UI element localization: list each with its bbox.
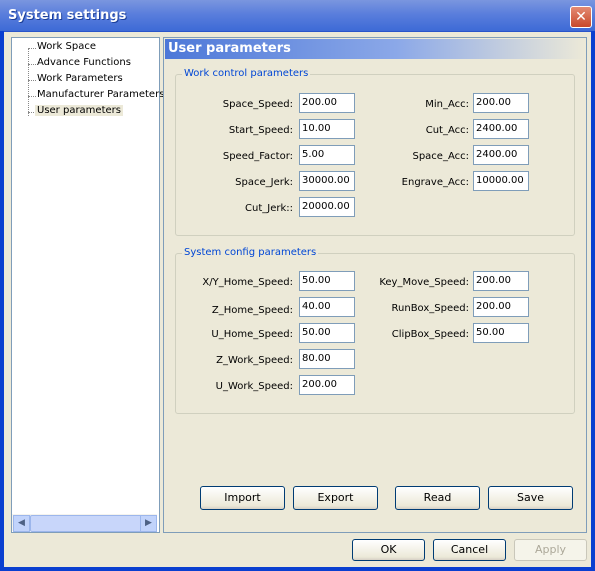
ok-button[interactable]: OK — [352, 539, 425, 561]
engrave-acc-label: Engrave_Acc: — [401, 177, 469, 188]
min-acc-label: Min_Acc: — [425, 99, 469, 110]
cut-acc-input[interactable]: 2400.00 — [473, 119, 529, 139]
window-frame-right — [591, 31, 595, 571]
cancel-button[interactable]: Cancel — [433, 539, 506, 561]
window-title: System settings — [8, 8, 127, 23]
z-work-speed-input[interactable]: 80.00 — [299, 349, 355, 369]
runbox-speed-label: RunBox_Speed: — [391, 303, 469, 314]
tree-connector — [28, 64, 36, 65]
tree-item-work-parameters[interactable]: Work Parameters — [37, 73, 123, 84]
space-jerk-input[interactable]: 30000.00 — [299, 171, 355, 191]
z-home-speed-input[interactable]: 40.00 — [299, 297, 355, 317]
space-acc-input[interactable]: 2400.00 — [473, 145, 529, 165]
tree-item-user-parameters[interactable]: User parameters — [35, 105, 123, 116]
key-move-speed-input[interactable]: 200.00 — [473, 271, 529, 291]
close-button[interactable]: ✕ — [570, 6, 592, 28]
window-frame-bottom — [0, 567, 595, 571]
tree-connector — [28, 48, 36, 49]
space-speed-input[interactable]: 200.00 — [299, 93, 355, 113]
scroll-thumb[interactable] — [30, 515, 142, 532]
panel-title: User parameters — [168, 41, 291, 56]
apply-button[interactable]: Apply — [514, 539, 587, 561]
space-jerk-label: Space_Jerk: — [235, 177, 293, 188]
tree-connector — [28, 96, 36, 97]
arrow-right-icon: ▶ — [145, 518, 152, 528]
scroll-right-button[interactable]: ▶ — [140, 515, 157, 532]
space-acc-label: Space_Acc: — [412, 151, 469, 162]
space-speed-label: Space_Speed: — [222, 99, 293, 110]
close-icon: ✕ — [575, 9, 587, 25]
runbox-speed-input[interactable]: 200.00 — [473, 297, 529, 317]
start-speed-label: Start_Speed: — [228, 125, 293, 136]
clipbox-speed-input[interactable]: 50.00 — [473, 323, 529, 343]
start-speed-input[interactable]: 10.00 — [299, 119, 355, 139]
tree-item-advance-functions[interactable]: Advance Functions — [37, 57, 131, 68]
z-work-speed-label: Z_Work_Speed: — [216, 355, 293, 366]
export-button[interactable]: Export — [293, 486, 378, 510]
u-work-speed-input[interactable]: 200.00 — [299, 375, 355, 395]
min-acc-input[interactable]: 200.00 — [473, 93, 529, 113]
tree-connector — [28, 48, 29, 116]
scroll-left-button[interactable]: ◀ — [13, 515, 30, 532]
engrave-acc-input[interactable]: 10000.00 — [473, 171, 529, 191]
cut-jerk-label: Cut_Jerk:: — [245, 203, 293, 214]
panel-header: User parameters — [165, 39, 585, 59]
speed-factor-input[interactable]: 5.00 — [299, 145, 355, 165]
u-home-speed-label: U_Home_Speed: — [211, 329, 293, 340]
title-bar: System settings ✕ — [0, 0, 595, 32]
u-home-speed-input[interactable]: 50.00 — [299, 323, 355, 343]
cut-acc-label: Cut_Acc: — [425, 125, 469, 136]
settings-tree: Work Space Advance Functions Work Parame… — [11, 37, 164, 533]
arrow-left-icon: ◀ — [18, 518, 25, 528]
read-button[interactable]: Read — [395, 486, 480, 510]
key-move-speed-label: Key_Move_Speed: — [379, 277, 469, 288]
tree-horizontal-scrollbar[interactable]: ◀ ▶ — [12, 514, 157, 532]
tree-connector — [28, 80, 36, 81]
z-home-speed-label: Z_Home_Speed: — [211, 305, 293, 316]
system-config-legend: System config parameters — [182, 247, 319, 258]
tree-item-work-space[interactable]: Work Space — [37, 41, 96, 52]
clipbox-speed-label: ClipBox_Speed: — [391, 329, 469, 340]
work-control-legend: Work control parameters — [182, 68, 311, 79]
import-button[interactable]: Import — [200, 486, 285, 510]
xy-home-speed-label: X/Y_Home_Speed: — [202, 277, 293, 288]
save-button[interactable]: Save — [488, 486, 573, 510]
cut-jerk-input[interactable]: 20000.00 — [299, 197, 355, 217]
u-work-speed-label: U_Work_Speed: — [215, 381, 293, 392]
window-frame-left — [0, 31, 4, 571]
tree-item-manufacturer-parameters[interactable]: Manufacturer Parameters — [37, 89, 164, 100]
speed-factor-label: Speed_Factor: — [222, 151, 293, 162]
xy-home-speed-input[interactable]: 50.00 — [299, 271, 355, 291]
